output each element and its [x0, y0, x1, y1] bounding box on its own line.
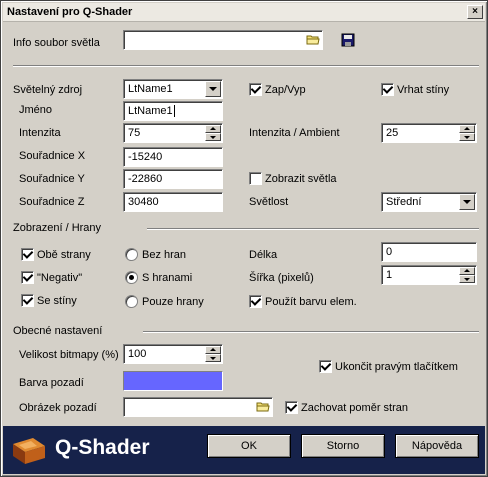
light-source-label: Světelný zdroj: [13, 84, 83, 96]
negative-checkbox[interactable]: [21, 271, 34, 284]
coord-z-input[interactable]: 30480: [123, 192, 223, 212]
cancel-button[interactable]: Storno: [301, 434, 385, 458]
ambient-value: 25: [386, 127, 399, 139]
spin-up-icon[interactable]: [205, 125, 221, 133]
keep-ratio-checkbox[interactable]: [285, 401, 298, 414]
help-button[interactable]: Nápověda: [395, 434, 479, 458]
with-shadows-label: Se stíny: [37, 295, 77, 307]
spin-up-icon[interactable]: [459, 267, 475, 275]
close-button[interactable]: ×: [467, 5, 483, 19]
brightness-label: Světlost: [249, 196, 289, 208]
name-label: Jméno: [19, 104, 53, 116]
bitmap-size-value: 100: [128, 348, 147, 360]
keep-ratio-label: Zachovat poměr stran: [301, 402, 408, 414]
spin-down-icon[interactable]: [459, 133, 475, 141]
spin-down-icon[interactable]: [459, 275, 475, 283]
spin-up-icon[interactable]: [459, 125, 475, 133]
logo-text: Q-Shader: [55, 436, 150, 459]
length-input[interactable]: 0: [381, 242, 477, 262]
onoff-label: Zap/Vyp: [265, 84, 306, 96]
spin-up-icon[interactable]: [205, 346, 221, 354]
dialog-window: Nastavení pro Q-Shader × Info soubor svě…: [0, 0, 488, 477]
bitmap-size-label: Velikost bitmapy (%): [19, 349, 119, 361]
q-shader-logo-icon: [13, 438, 45, 464]
light-source-value: LtName1: [128, 83, 173, 95]
edges-only-radio[interactable]: [125, 295, 138, 308]
close-icon: ×: [472, 6, 478, 17]
right-click-exit-checkbox[interactable]: [319, 360, 332, 373]
ok-button[interactable]: OK: [207, 434, 291, 458]
with-edges-label: S hranami: [142, 272, 193, 284]
negative-label: "Negativ": [37, 272, 83, 284]
cast-shadows-checkbox[interactable]: [381, 83, 394, 96]
width-pixels-input[interactable]: 1: [381, 265, 477, 285]
folder-icon[interactable]: [306, 33, 320, 46]
width-pixels-value: 1: [386, 269, 393, 281]
intensity-value: 75: [128, 127, 141, 139]
no-edges-radio[interactable]: [125, 248, 138, 261]
coord-z-label: Souřadnice Z: [19, 196, 85, 208]
coord-y-label: Souřadnice Y: [19, 173, 85, 185]
title-bar: Nastavení pro Q-Shader ×: [3, 3, 485, 22]
divider-general: [143, 331, 479, 333]
ambient-input[interactable]: 25: [381, 123, 477, 143]
divider-top: [13, 65, 479, 67]
no-edges-label: Bez hran: [142, 249, 187, 261]
bitmap-size-input[interactable]: 100: [123, 344, 223, 364]
spin-down-icon[interactable]: [205, 354, 221, 362]
bitmap-size-spinner[interactable]: [205, 346, 221, 362]
name-value: LtName1: [128, 105, 173, 117]
length-value: 0: [386, 246, 393, 258]
light-source-select[interactable]: LtName1: [123, 79, 223, 99]
bg-color-label: Barva pozadí: [19, 377, 84, 389]
footer-bar: Q-Shader OK Storno Nápověda: [3, 426, 485, 474]
coord-z-value: 30480: [128, 196, 159, 208]
intensity-input[interactable]: 75: [123, 123, 223, 143]
save-disk-icon[interactable]: [341, 33, 355, 47]
with-shadows-checkbox[interactable]: [21, 294, 34, 307]
coord-y-input[interactable]: -22860: [123, 169, 223, 189]
ambient-label: Intenzita / Ambient: [249, 127, 340, 139]
with-edges-radio[interactable]: [125, 271, 138, 284]
info-file-label: Info soubor světla: [13, 37, 100, 49]
width-pixels-label: Šířka (pixelů): [249, 272, 314, 284]
ambient-spinner[interactable]: [459, 125, 475, 141]
use-element-color-label: Použít barvu elem.: [265, 296, 357, 308]
edges-only-label: Pouze hrany: [142, 296, 204, 308]
spin-down-icon[interactable]: [205, 133, 221, 141]
window-title: Nastavení pro Q-Shader: [7, 6, 133, 18]
display-section-label: Zobrazení / Hrany: [13, 222, 102, 234]
intensity-label: Intenzita: [19, 127, 61, 139]
brightness-select[interactable]: Střední: [381, 192, 477, 212]
intensity-spinner[interactable]: [205, 125, 221, 141]
both-sides-checkbox[interactable]: [21, 248, 34, 261]
dropdown-arrow-icon[interactable]: [459, 194, 475, 210]
onoff-checkbox[interactable]: [249, 83, 262, 96]
info-file-input[interactable]: [123, 30, 323, 50]
general-section-label: Obecné nastavení: [13, 325, 103, 337]
coord-x-label: Souřadnice X: [19, 150, 86, 162]
right-click-exit-label: Ukončit pravým tlačítkem: [335, 361, 458, 373]
brightness-value: Střední: [386, 196, 422, 208]
text-caret: [173, 105, 175, 118]
coord-x-value: -15240: [128, 151, 163, 163]
show-lights-checkbox[interactable]: [249, 172, 262, 185]
coord-y-value: -22860: [128, 173, 163, 185]
both-sides-label: Obě strany: [37, 249, 91, 261]
name-input[interactable]: LtName1: [123, 101, 223, 121]
divider-display: [147, 228, 479, 230]
use-element-color-checkbox[interactable]: [249, 295, 262, 308]
width-spinner[interactable]: [459, 267, 475, 283]
dropdown-arrow-icon[interactable]: [205, 81, 221, 97]
bg-color-swatch[interactable]: [123, 371, 223, 391]
show-lights-label: Zobrazit světla: [265, 173, 337, 185]
bg-image-input[interactable]: [123, 397, 273, 417]
cast-shadows-label: Vrhat stíny: [397, 84, 450, 96]
folder-icon[interactable]: [256, 400, 270, 413]
bg-image-label: Obrázek pozadí: [19, 402, 97, 414]
coord-x-input[interactable]: -15240: [123, 147, 223, 167]
length-label: Délka: [249, 249, 278, 261]
